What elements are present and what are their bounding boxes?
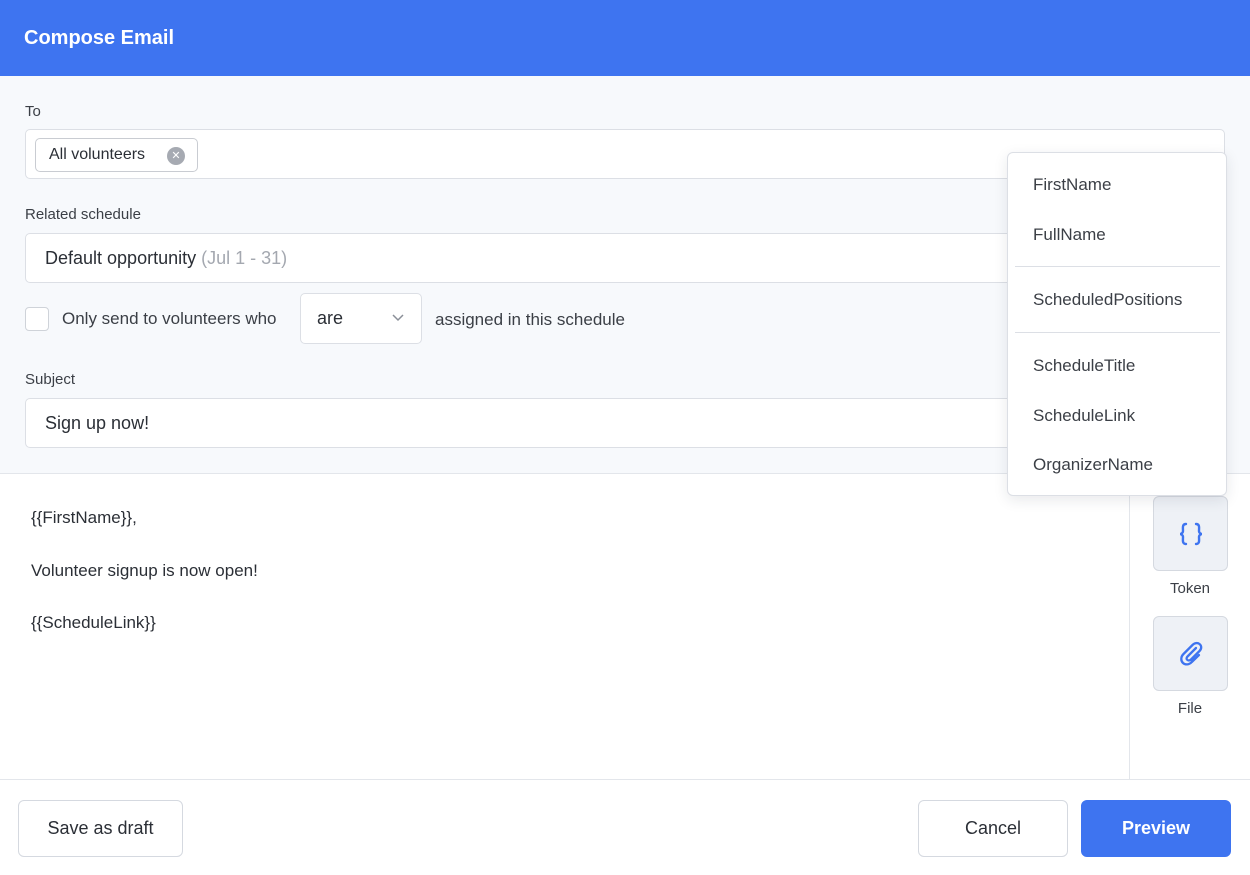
filter-suffix-text: assigned in this schedule — [435, 310, 625, 329]
token-menu-item[interactable]: ScheduledPositions — [1033, 290, 1182, 310]
token-menu-item[interactable]: ScheduleLink — [1033, 406, 1135, 426]
assignment-select-value: are — [317, 308, 344, 328]
recipient-chip: All volunteers ✕ — [35, 138, 198, 172]
token-button[interactable] — [1153, 496, 1228, 571]
filter-checkbox[interactable] — [25, 307, 49, 331]
token-menu-item[interactable]: FullName — [1033, 225, 1106, 245]
editor-line: Volunteer signup is now open! — [31, 561, 258, 580]
message-editor[interactable]: {{FirstName}}, Volunteer signup is now o… — [0, 474, 1129, 779]
preview-button[interactable]: Preview — [1081, 800, 1231, 857]
filter-prefix-text: Only send to volunteers who — [62, 309, 277, 328]
editor-line: {{ScheduleLink}} — [31, 613, 156, 632]
token-menu-item[interactable]: ScheduleTitle — [1033, 356, 1135, 376]
schedule-name: Default opportunity — [45, 247, 197, 268]
dialog-title: Compose Email — [24, 26, 175, 49]
schedule-label: Related schedule — [25, 206, 141, 223]
subject-label: Subject — [25, 371, 76, 388]
dialog-footer: Save as draft Cancel Preview — [0, 779, 1250, 875]
curly-braces-icon — [1179, 522, 1202, 545]
token-menu-divider — [1015, 332, 1220, 333]
dialog-header: Compose Email — [0, 0, 1250, 76]
subject-value: Sign up now! — [45, 412, 150, 433]
token-menu-divider — [1015, 266, 1220, 267]
schedule-date-range: (Jul 1 - 31) — [201, 247, 288, 268]
recipient-chip-label: All volunteers — [49, 146, 146, 163]
cancel-button[interactable]: Cancel — [918, 800, 1068, 857]
file-label: File — [1177, 700, 1203, 717]
to-label: To — [25, 103, 41, 120]
paperclip-icon — [1179, 641, 1202, 666]
token-menu: FirstName FullName ScheduledPositions Sc… — [1007, 152, 1227, 496]
file-button[interactable] — [1153, 616, 1228, 691]
token-menu-item[interactable]: FirstName — [1033, 175, 1111, 195]
token-menu-item[interactable]: OrganizerName — [1033, 455, 1153, 475]
assignment-select[interactable]: are — [300, 293, 422, 344]
editor-line: {{FirstName}}, — [31, 508, 137, 527]
schedule-value: Default opportunity (Jul 1 - 31) — [45, 234, 287, 282]
chevron-down-icon — [392, 314, 404, 322]
insert-tools-panel: Token File — [1129, 474, 1250, 779]
save-draft-button[interactable]: Save as draft — [18, 800, 183, 857]
close-circle-icon[interactable]: ✕ — [167, 147, 185, 165]
token-label: Token — [1169, 580, 1211, 597]
